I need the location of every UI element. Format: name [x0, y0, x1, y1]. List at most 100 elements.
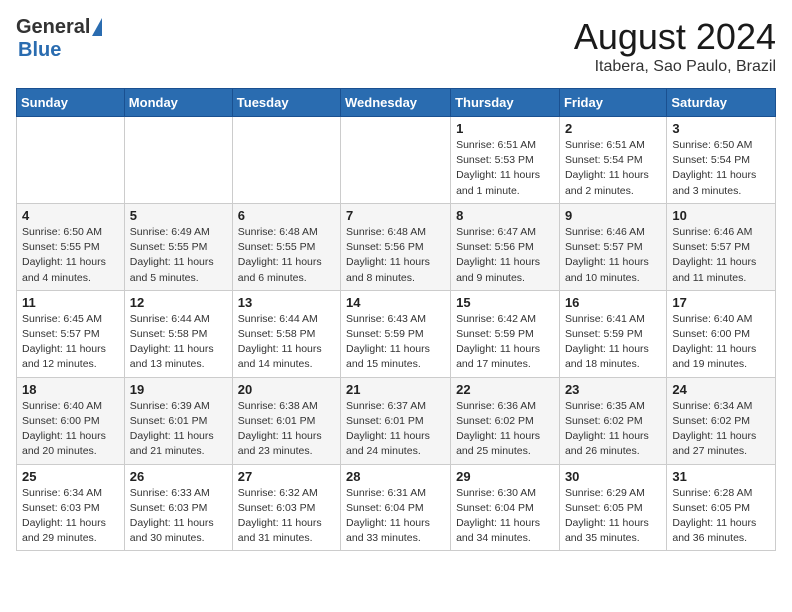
- day-info: Sunrise: 6:30 AM Sunset: 6:04 PM Dayligh…: [456, 486, 554, 547]
- day-info: Sunrise: 6:44 AM Sunset: 5:58 PM Dayligh…: [130, 312, 227, 373]
- day-header-tuesday: Tuesday: [232, 89, 340, 117]
- calendar-cell: 1 Sunrise: 6:51 AM Sunset: 5:53 PM Daylig…: [451, 117, 560, 204]
- day-info: Sunrise: 6:51 AM Sunset: 5:54 PM Dayligh…: [565, 138, 661, 199]
- calendar-cell: [124, 117, 232, 204]
- logo-general: General: [16, 16, 90, 39]
- day-header-thursday: Thursday: [451, 89, 560, 117]
- title-block: August 2024 Itabera, Sao Paulo, Brazil: [574, 16, 776, 76]
- day-info: Sunrise: 6:39 AM Sunset: 6:01 PM Dayligh…: [130, 399, 227, 460]
- calendar-cell: 11Sunrise: 6:45 AM Sunset: 5:57 PM Dayli…: [17, 290, 125, 377]
- day-info: Sunrise: 6:29 AM Sunset: 6:05 PM Dayligh…: [565, 486, 661, 547]
- day-info: Sunrise: 6:35 AM Sunset: 6:02 PM Dayligh…: [565, 399, 661, 460]
- calendar-cell: 13 Sunrise: 6:44 AM Sunset: 5:58 PM Dayli…: [232, 290, 340, 377]
- calendar-cell: 19 Sunrise: 6:39 AM Sunset: 6:01 PM Dayli…: [124, 377, 232, 464]
- calendar-cell: 16 Sunrise: 6:41 AM Sunset: 5:59 PM Dayli…: [559, 290, 666, 377]
- logo-blue: Blue: [18, 39, 61, 61]
- calendar-week-2: 4 Sunrise: 6:50 AM Sunset: 5:55 PM Daylig…: [17, 203, 776, 290]
- days-of-week-row: SundayMondayTuesdayWednesdayThursdayFrid…: [17, 89, 776, 117]
- day-number: 22: [456, 382, 554, 397]
- calendar-cell: [232, 117, 340, 204]
- day-number: 1: [456, 121, 554, 136]
- calendar-cell: 28Sunrise: 6:31 AM Sunset: 6:04 PM Dayli…: [341, 464, 451, 551]
- day-header-monday: Monday: [124, 89, 232, 117]
- day-number: 16: [565, 295, 661, 310]
- calendar-cell: 14 Sunrise: 6:43 AM Sunset: 5:59 PM Dayli…: [341, 290, 451, 377]
- day-info: Sunrise: 6:47 AM Sunset: 5:56 PM Dayligh…: [456, 225, 554, 286]
- day-info: Sunrise: 6:37 AM Sunset: 6:01 PM Dayligh…: [346, 399, 445, 460]
- day-info: Sunrise: 6:34 AM Sunset: 6:03 PM Dayligh…: [22, 486, 119, 547]
- calendar-cell: 3 Sunrise: 6:50 AM Sunset: 5:54 PM Daylig…: [667, 117, 776, 204]
- day-info: Sunrise: 6:40 AM Sunset: 6:00 PM Dayligh…: [672, 312, 770, 373]
- day-number: 10: [672, 208, 770, 223]
- calendar-cell: 23 Sunrise: 6:35 AM Sunset: 6:02 PM Dayli…: [559, 377, 666, 464]
- day-number: 14: [346, 295, 445, 310]
- calendar-body: 1 Sunrise: 6:51 AM Sunset: 5:53 PM Daylig…: [17, 117, 776, 551]
- day-number: 20: [238, 382, 335, 397]
- day-info: Sunrise: 6:51 AM Sunset: 5:53 PM Dayligh…: [456, 138, 554, 199]
- day-info: Sunrise: 6:48 AM Sunset: 5:55 PM Dayligh…: [238, 225, 335, 286]
- day-number: 19: [130, 382, 227, 397]
- day-info: Sunrise: 6:41 AM Sunset: 5:59 PM Dayligh…: [565, 312, 661, 373]
- day-number: 3: [672, 121, 770, 136]
- day-info: Sunrise: 6:45 AM Sunset: 5:57 PM Dayligh…: [22, 312, 119, 373]
- day-info: Sunrise: 6:34 AM Sunset: 6:02 PM Dayligh…: [672, 399, 770, 460]
- day-number: 29: [456, 469, 554, 484]
- calendar-cell: [17, 117, 125, 204]
- day-number: 26: [130, 469, 227, 484]
- calendar-cell: 24 Sunrise: 6:34 AM Sunset: 6:02 PM Dayli…: [667, 377, 776, 464]
- day-number: 5: [130, 208, 227, 223]
- day-number: 4: [22, 208, 119, 223]
- calendar-cell: [341, 117, 451, 204]
- day-info: Sunrise: 6:36 AM Sunset: 6:02 PM Dayligh…: [456, 399, 554, 460]
- calendar-cell: 17Sunrise: 6:40 AM Sunset: 6:00 PM Dayli…: [667, 290, 776, 377]
- calendar-week-4: 18 Sunrise: 6:40 AM Sunset: 6:00 PM Dayli…: [17, 377, 776, 464]
- day-info: Sunrise: 6:40 AM Sunset: 6:00 PM Dayligh…: [22, 399, 119, 460]
- day-info: Sunrise: 6:43 AM Sunset: 5:59 PM Dayligh…: [346, 312, 445, 373]
- calendar-cell: 2 Sunrise: 6:51 AM Sunset: 5:54 PM Daylig…: [559, 117, 666, 204]
- calendar-cell: 10Sunrise: 6:46 AM Sunset: 5:57 PM Dayli…: [667, 203, 776, 290]
- day-info: Sunrise: 6:28 AM Sunset: 6:05 PM Dayligh…: [672, 486, 770, 547]
- day-info: Sunrise: 6:44 AM Sunset: 5:58 PM Dayligh…: [238, 312, 335, 373]
- calendar-cell: 5Sunrise: 6:49 AM Sunset: 5:55 PM Daylig…: [124, 203, 232, 290]
- day-number: 27: [238, 469, 335, 484]
- day-header-sunday: Sunday: [17, 89, 125, 117]
- day-info: Sunrise: 6:50 AM Sunset: 5:55 PM Dayligh…: [22, 225, 119, 286]
- day-number: 13: [238, 295, 335, 310]
- day-number: 24: [672, 382, 770, 397]
- calendar-cell: 8Sunrise: 6:47 AM Sunset: 5:56 PM Daylig…: [451, 203, 560, 290]
- day-number: 31: [672, 469, 770, 484]
- calendar-header: SundayMondayTuesdayWednesdayThursdayFrid…: [17, 89, 776, 117]
- calendar-cell: 4 Sunrise: 6:50 AM Sunset: 5:55 PM Daylig…: [17, 203, 125, 290]
- day-header-friday: Friday: [559, 89, 666, 117]
- calendar-cell: 6 Sunrise: 6:48 AM Sunset: 5:55 PM Daylig…: [232, 203, 340, 290]
- day-number: 15: [456, 295, 554, 310]
- day-number: 9: [565, 208, 661, 223]
- day-number: 12: [130, 295, 227, 310]
- day-number: 21: [346, 382, 445, 397]
- calendar-cell: 30Sunrise: 6:29 AM Sunset: 6:05 PM Dayli…: [559, 464, 666, 551]
- calendar-cell: 26Sunrise: 6:33 AM Sunset: 6:03 PM Dayli…: [124, 464, 232, 551]
- day-number: 23: [565, 382, 661, 397]
- day-number: 6: [238, 208, 335, 223]
- calendar-cell: 29 Sunrise: 6:30 AM Sunset: 6:04 PM Dayli…: [451, 464, 560, 551]
- calendar-cell: 31 Sunrise: 6:28 AM Sunset: 6:05 PM Dayli…: [667, 464, 776, 551]
- calendar-cell: 27 Sunrise: 6:32 AM Sunset: 6:03 PM Dayli…: [232, 464, 340, 551]
- day-info: Sunrise: 6:31 AM Sunset: 6:04 PM Dayligh…: [346, 486, 445, 547]
- day-number: 2: [565, 121, 661, 136]
- day-info: Sunrise: 6:50 AM Sunset: 5:54 PM Dayligh…: [672, 138, 770, 199]
- calendar-cell: 20Sunrise: 6:38 AM Sunset: 6:01 PM Dayli…: [232, 377, 340, 464]
- calendar-cell: 25 Sunrise: 6:34 AM Sunset: 6:03 PM Dayli…: [17, 464, 125, 551]
- day-number: 18: [22, 382, 119, 397]
- calendar-table: SundayMondayTuesdayWednesdayThursdayFrid…: [16, 88, 776, 551]
- calendar-title: August 2024: [574, 16, 776, 58]
- calendar-subtitle: Itabera, Sao Paulo, Brazil: [574, 58, 776, 76]
- day-number: 25: [22, 469, 119, 484]
- calendar-cell: 12 Sunrise: 6:44 AM Sunset: 5:58 PM Dayli…: [124, 290, 232, 377]
- day-info: Sunrise: 6:32 AM Sunset: 6:03 PM Dayligh…: [238, 486, 335, 547]
- day-info: Sunrise: 6:42 AM Sunset: 5:59 PM Dayligh…: [456, 312, 554, 373]
- calendar-week-3: 11Sunrise: 6:45 AM Sunset: 5:57 PM Dayli…: [17, 290, 776, 377]
- page-header: General Blue August 2024 Itabera, Sao Pa…: [16, 16, 776, 76]
- calendar-cell: 15 Sunrise: 6:42 AM Sunset: 5:59 PM Dayli…: [451, 290, 560, 377]
- calendar-cell: 9Sunrise: 6:46 AM Sunset: 5:57 PM Daylig…: [559, 203, 666, 290]
- calendar-cell: 18 Sunrise: 6:40 AM Sunset: 6:00 PM Dayli…: [17, 377, 125, 464]
